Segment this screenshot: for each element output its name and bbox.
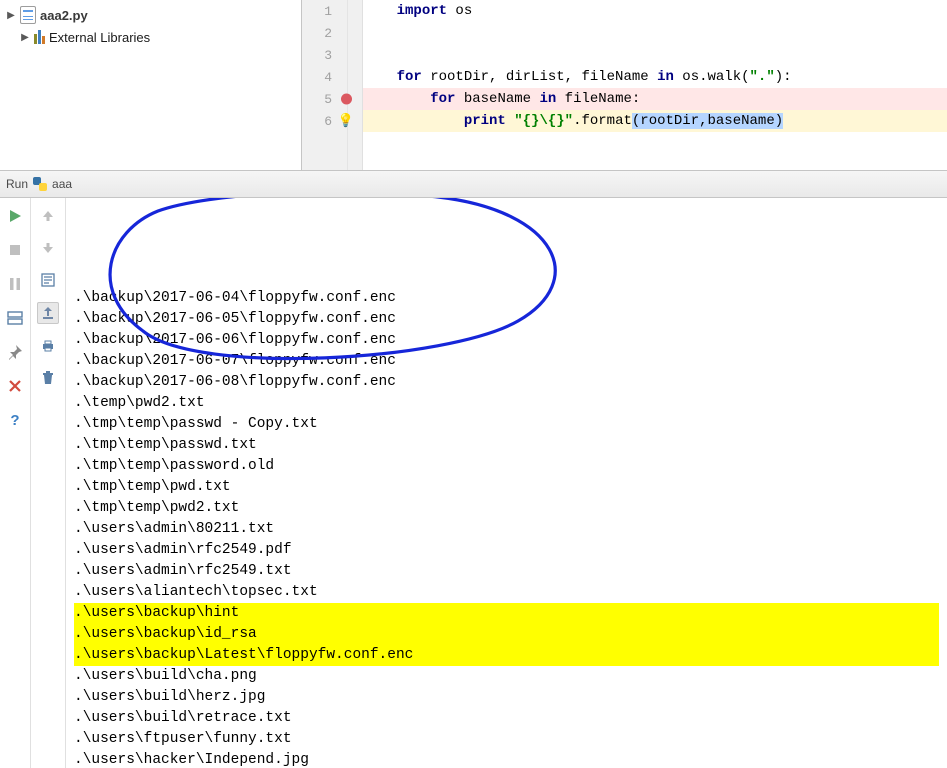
line-number: 5	[314, 92, 332, 107]
run-config-name: aaa	[52, 177, 72, 191]
tree-file-row[interactable]: ▶ aaa2.py	[0, 4, 301, 26]
code-token: format	[581, 113, 631, 129]
code-token: :	[632, 91, 640, 107]
line-number: 3	[314, 48, 332, 63]
console-line: .\users\backup\hint	[74, 603, 939, 624]
code-token: os	[447, 3, 472, 19]
code-token: )	[775, 113, 783, 129]
code-token: "{}\{}"	[514, 113, 573, 129]
code-token: )	[775, 69, 783, 85]
console-line: .\tmp\temp\passwd - Copy.txt	[74, 414, 939, 435]
console-line: .\tmp\temp\pwd.txt	[74, 477, 939, 498]
console-line: .\users\admin\rfc2549.txt	[74, 561, 939, 582]
run-label: Run	[6, 177, 28, 191]
code-token: os.walk	[674, 69, 741, 85]
console-line: .\users\hacker\Independ.jpg	[74, 750, 939, 768]
code-token: "."	[750, 69, 775, 85]
chevron-right-icon: ▶	[6, 10, 16, 21]
code-token: fileName	[556, 91, 632, 107]
code-token: print	[464, 113, 506, 129]
pin-button[interactable]	[5, 342, 25, 362]
chevron-right-icon: ▶	[20, 32, 30, 43]
scroll-down-button[interactable]	[38, 238, 58, 258]
print-button[interactable]	[38, 336, 58, 356]
project-tree[interactable]: ▶ aaa2.py ▶ External Libraries	[0, 0, 302, 170]
code-editor[interactable]: 1 2 3 4 5 6 💡 import os for rootDir, dirL…	[302, 0, 947, 170]
close-button[interactable]	[5, 376, 25, 396]
tree-libraries-label: External Libraries	[49, 30, 150, 45]
lightbulb-icon[interactable]: 💡	[338, 114, 354, 129]
console-line: .\users\admin\80211.txt	[74, 519, 939, 540]
line-number: 1	[314, 4, 332, 19]
scroll-up-button[interactable]	[38, 206, 58, 226]
console-line: .\users\build\cha.png	[74, 666, 939, 687]
code-token	[506, 113, 514, 129]
library-icon	[34, 30, 45, 44]
code-token: :	[783, 69, 791, 85]
run-console[interactable]: .\backup\2017-06-04\floppyfw.conf.enc.\b…	[66, 198, 947, 768]
code-token: import	[397, 3, 447, 19]
export-button[interactable]	[37, 302, 59, 324]
line-number: 6	[314, 114, 332, 129]
editor-gutter[interactable]: 1 2 3 4 5 6 💡	[302, 0, 363, 170]
python-icon	[33, 177, 47, 191]
console-line: .\users\backup\Latest\floppyfw.conf.enc	[74, 645, 939, 666]
breakpoint-icon[interactable]	[341, 94, 352, 105]
code-token: in	[539, 91, 556, 107]
stacktrace-button[interactable]	[38, 270, 58, 290]
code-token: for	[397, 69, 422, 85]
python-file-icon	[20, 6, 36, 24]
code-token: for	[430, 91, 455, 107]
run-mid-toolbar	[31, 198, 66, 768]
console-line: .\temp\pwd2.txt	[74, 393, 939, 414]
console-line: .\users\backup\id_rsa	[74, 624, 939, 645]
console-line: .\backup\2017-06-04\floppyfw.conf.enc	[74, 288, 939, 309]
trash-button[interactable]	[38, 368, 58, 388]
code-token: rootDir, dirList, fileName	[422, 69, 657, 85]
run-left-toolbar: ?	[0, 198, 31, 768]
console-line: .\tmp\temp\pwd2.txt	[74, 498, 939, 519]
line-number: 4	[314, 70, 332, 85]
console-line: .\tmp\temp\password.old	[74, 456, 939, 477]
run-toolwindow-header[interactable]: Run aaa	[0, 171, 947, 198]
console-line: .\tmp\temp\passwd.txt	[74, 435, 939, 456]
run-button[interactable]	[5, 206, 25, 226]
console-line: .\backup\2017-06-05\floppyfw.conf.enc	[74, 309, 939, 330]
code-token: in	[657, 69, 674, 85]
layout-button[interactable]	[5, 308, 25, 328]
console-line: .\backup\2017-06-07\floppyfw.conf.enc	[74, 351, 939, 372]
stop-button[interactable]	[5, 240, 25, 260]
console-line: .\users\build\retrace.txt	[74, 708, 939, 729]
code-token: (	[741, 69, 749, 85]
console-line: .\users\admin\rfc2549.pdf	[74, 540, 939, 561]
code-area[interactable]: import os for rootDir, dirList, fileName…	[363, 0, 947, 170]
tree-file-label: aaa2.py	[40, 8, 88, 23]
tree-libraries-row[interactable]: ▶ External Libraries	[0, 26, 301, 48]
pause-button[interactable]	[5, 274, 25, 294]
console-line: .\users\build\herz.jpg	[74, 687, 939, 708]
code-token: baseName	[455, 91, 539, 107]
code-token: rootDir,baseName	[640, 113, 774, 129]
console-line: .\backup\2017-06-06\floppyfw.conf.enc	[74, 330, 939, 351]
help-button[interactable]: ?	[5, 410, 25, 430]
console-line: .\users\aliantech\topsec.txt	[74, 582, 939, 603]
line-number: 2	[314, 26, 332, 41]
console-line: .\backup\2017-06-08\floppyfw.conf.enc	[74, 372, 939, 393]
console-line: .\users\ftpuser\funny.txt	[74, 729, 939, 750]
